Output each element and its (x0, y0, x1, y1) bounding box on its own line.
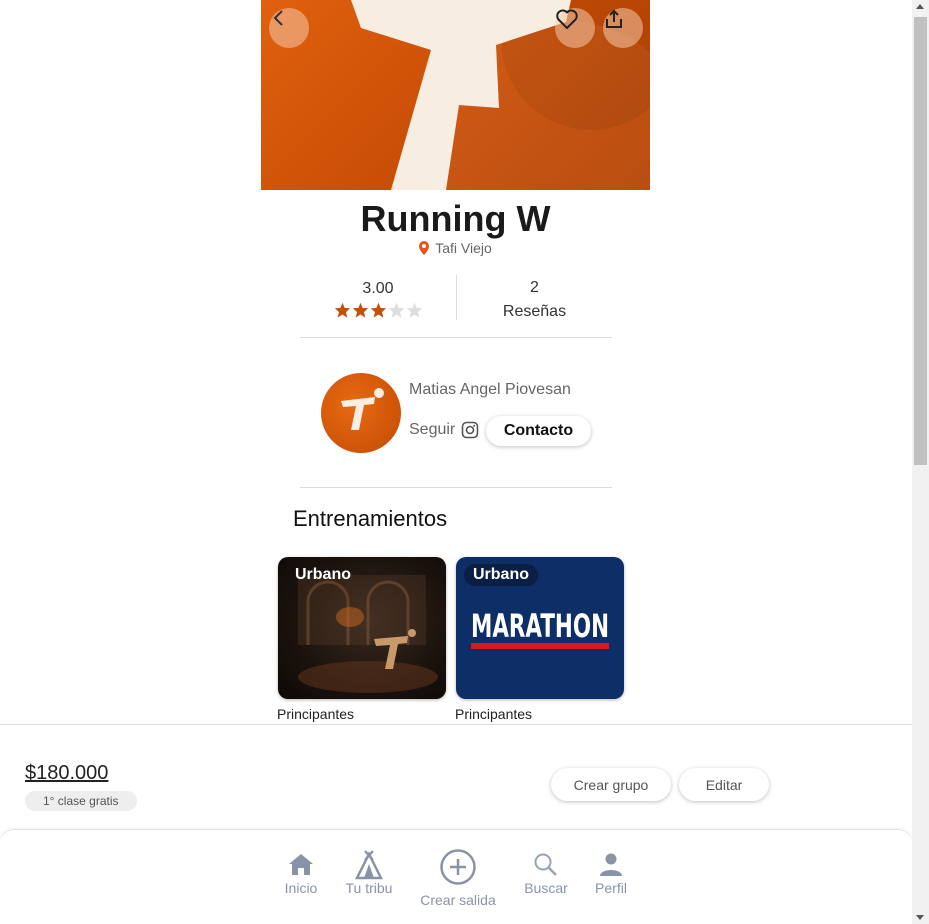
star-empty-icon (388, 302, 404, 318)
chevron-left-icon (273, 10, 283, 26)
rating-value: 3.00 (362, 280, 394, 297)
owner-avatar[interactable] (321, 373, 401, 453)
scroll-up-arrow-icon[interactable] (916, 4, 924, 9)
trainings-title: Entrenamientos (293, 506, 448, 531)
training-card[interactable]: Urbano (278, 557, 446, 699)
follow-instagram[interactable]: Seguir (409, 421, 479, 439)
star-filled-icon (334, 302, 350, 318)
tent-icon (354, 850, 384, 880)
star-filled-icon (370, 302, 386, 318)
location-text: Tafi Viejo (435, 240, 492, 256)
vertical-scrollbar[interactable] (912, 0, 929, 924)
club-location: Tafi Viejo (261, 240, 650, 256)
favorite-button[interactable] (555, 8, 595, 48)
card-category-badge: Urbano (464, 564, 538, 586)
instagram-icon (461, 421, 479, 439)
card-level-label: Principantes (277, 706, 355, 722)
club-stats: 3.00 2 Reseñas (300, 270, 612, 326)
nav-item-home[interactable]: Inicio (284, 852, 318, 896)
card-category-badge: Urbano (295, 566, 351, 583)
hero-image (261, 0, 650, 190)
star-filled-icon (352, 302, 368, 318)
price[interactable]: $180.000 (25, 762, 108, 785)
reviews-count: 2 (530, 279, 539, 296)
nav-item-search[interactable]: Buscar (522, 852, 570, 896)
brand-logo-icon (341, 388, 384, 430)
marathon-image-text: MARATHON (471, 607, 609, 645)
bottom-nav: Inicio Tu tribu Crear salida Buscar Perf… (0, 829, 912, 924)
training-card[interactable]: MARATHON Urbano (456, 557, 624, 699)
reviews-summary[interactable]: 2 Reseñas (457, 276, 612, 324)
nav-item-tribe[interactable]: Tu tribu (344, 850, 394, 896)
share-icon (606, 9, 622, 28)
user-icon (600, 853, 622, 876)
nav-item-create[interactable]: Crear salida (418, 848, 498, 908)
rating-stars (300, 302, 456, 318)
heart-icon (556, 9, 578, 29)
star-empty-icon (406, 302, 422, 318)
scroll-down-arrow-icon[interactable] (916, 915, 924, 920)
nav-item-profile[interactable]: Perfil (593, 852, 629, 896)
divider (300, 487, 612, 488)
reviews-label: Reseñas (502, 303, 567, 320)
create-group-button[interactable]: Crear grupo (551, 768, 671, 801)
owner-name[interactable]: Matias Angel Piovesan (409, 381, 571, 399)
nav-label: Buscar (524, 880, 568, 896)
rating-summary: 3.00 (300, 280, 456, 318)
back-button[interactable] (269, 8, 309, 48)
nav-label: Crear salida (420, 892, 496, 908)
scrollbar-thumb[interactable] (914, 17, 927, 465)
home-icon (289, 854, 313, 875)
contact-button[interactable]: Contacto (486, 416, 591, 446)
club-title: Running W (360, 198, 551, 239)
share-button[interactable] (603, 8, 643, 48)
location-pin-icon (419, 241, 430, 255)
nav-label: Inicio (284, 880, 318, 896)
follow-label: Seguir (409, 421, 456, 438)
search-icon (534, 853, 557, 876)
nav-label: Tu tribu (345, 880, 393, 896)
promo-badge: 1° clase gratis (25, 791, 137, 811)
plus-circle-icon (440, 849, 476, 885)
card-level-label: Principantes (455, 706, 533, 722)
divider (300, 337, 612, 338)
nav-label: Perfil (595, 880, 627, 896)
booking-bar: $180.000 1° clase gratis Crear grupo Edi… (0, 724, 912, 844)
edit-button[interactable]: Editar (679, 768, 769, 801)
club-detail-page: Running W Tafi Viejo 3.00 2 Reseñas Mati… (0, 0, 929, 924)
